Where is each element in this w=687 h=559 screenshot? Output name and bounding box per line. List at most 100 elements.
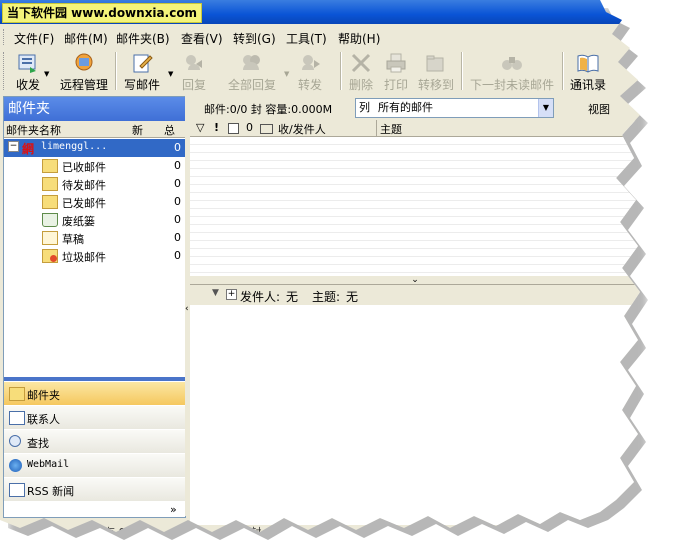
nav-rss[interactable]: RSS 新闻 xyxy=(4,477,185,501)
compose-button[interactable]: 写邮件 xyxy=(120,48,164,92)
delete-button[interactable]: 删除 xyxy=(345,48,377,92)
menu-mail[interactable]: 邮件(M) xyxy=(64,30,108,47)
message-list[interactable] xyxy=(190,120,640,276)
message-filter-combo[interactable]: 列 所有的邮件 ▼ xyxy=(355,98,554,118)
priority-icon[interactable]: ! xyxy=(214,121,219,134)
folder-item-trash[interactable]: 废纸篓 0 xyxy=(4,211,185,229)
print-label: 打印 xyxy=(383,78,408,92)
collapse-toggle[interactable]: − xyxy=(8,141,19,152)
search-icon xyxy=(9,435,21,447)
horizontal-splitter[interactable]: ⌄ xyxy=(190,276,640,285)
rss-news-icon xyxy=(9,483,25,497)
compose-dropdown-icon[interactable]: ▼ xyxy=(168,70,173,78)
attachment-icon[interactable]: 0 xyxy=(246,121,253,134)
account-count: 0 xyxy=(174,141,181,154)
next-unread-button[interactable]: 下一封未读邮件 xyxy=(466,48,558,92)
folder-label: 草稿 xyxy=(62,233,84,246)
message-info-bar: 邮件:0/0 封 容量:0.000M 列 所有的邮件 ▼ 视图 xyxy=(190,97,640,119)
preview-from-label: 发件人: xyxy=(240,290,281,304)
delete-label: 删除 xyxy=(348,78,373,92)
menu-file[interactable]: 文件(F) xyxy=(14,30,54,47)
preview-subject-value: 无 xyxy=(346,290,359,304)
col-from[interactable]: 收/发件人 xyxy=(278,121,326,137)
read-status-icon[interactable] xyxy=(260,124,273,134)
remote-manage-button[interactable]: 远程管理 xyxy=(56,48,112,92)
forward-icon xyxy=(302,55,320,70)
folder-item-sent[interactable]: 已发邮件 0 xyxy=(4,193,185,211)
folder-item-outbox[interactable]: 待发邮件 0 xyxy=(4,175,185,193)
nav-search[interactable]: 查找 xyxy=(4,429,185,453)
menu-bar: 文件(F) 邮件(M) 邮件夹(B) 查看(V) 转到(G) 工具(T) 帮助(… xyxy=(0,27,640,47)
flag-column-icon[interactable] xyxy=(228,123,239,134)
menu-view[interactable]: 查看(V) xyxy=(181,30,223,47)
reply-all-dropdown-icon[interactable]: ▼ xyxy=(284,70,289,78)
reply-button[interactable]: 回复 xyxy=(176,48,212,92)
folder-count: 0 xyxy=(174,231,181,244)
nav-webmail[interactable]: WebMail xyxy=(4,453,185,477)
binoculars-icon xyxy=(502,57,522,70)
move-to-button[interactable]: 转移到 xyxy=(416,48,456,92)
receive-dropdown-icon[interactable]: ▼ xyxy=(44,70,49,78)
filter-value: 所有的邮件 xyxy=(378,101,433,114)
account-row[interactable]: − 網 limenggl... 0 xyxy=(4,139,185,157)
folder-column-header: 邮件夹名称 新 总 xyxy=(4,121,185,138)
more-nav-chevron-icon[interactable]: » xyxy=(170,503,177,516)
filter-funnel-icon[interactable]: ▽ xyxy=(196,121,204,134)
preview-subject-label: 主题: xyxy=(312,290,341,304)
main-toolbar: 收发 ▼ 远程管理 写邮件 ▼ 回复 全部回复 ▼ 转发 删除 打印 转移到 下… xyxy=(0,48,640,94)
address-book-icon xyxy=(577,54,599,73)
folder-count: 0 xyxy=(174,213,181,226)
filter-label: 列 xyxy=(359,101,370,114)
inbox-folder-icon xyxy=(42,159,58,173)
next-unread-label: 下一封未读邮件 xyxy=(469,78,554,92)
receive-send-label: 收发 xyxy=(15,78,40,92)
reply-all-button[interactable]: 全部回复 xyxy=(224,48,280,92)
menu-tools[interactable]: 工具(T) xyxy=(286,30,327,47)
preview-pane[interactable]: ▼ + 发件人: 无 主题: 无 xyxy=(190,284,640,525)
title-bar: 当下软件园 www.downxia.com xyxy=(0,0,640,24)
nav-contacts[interactable]: 联系人 xyxy=(4,405,185,429)
preview-from-value: 无 xyxy=(286,290,299,304)
folder-label: 已发邮件 xyxy=(62,197,106,210)
printer-icon xyxy=(386,53,406,73)
nav-folders[interactable]: 邮件夹 xyxy=(4,381,185,405)
toolbar-separator xyxy=(340,52,342,90)
menu-goto[interactable]: 转到(G) xyxy=(233,30,276,47)
move-to-label: 转移到 xyxy=(417,78,454,92)
view-menu[interactable]: 视图 xyxy=(588,101,610,117)
vertical-splitter[interactable]: ‹ xyxy=(185,96,189,516)
chevron-down-icon[interactable]: ▼ xyxy=(538,99,553,117)
compose-label: 写邮件 xyxy=(123,78,160,92)
compose-icon xyxy=(133,54,153,73)
address-book-label: 通讯录 xyxy=(569,78,606,92)
col-new[interactable]: 新 xyxy=(132,122,143,138)
col-total[interactable]: 总 xyxy=(164,122,175,138)
folder-item-junk[interactable]: 垃圾邮件 0 xyxy=(4,247,185,265)
menu-folder[interactable]: 邮件夹(B) xyxy=(116,30,170,47)
expand-header-icon[interactable]: + xyxy=(226,289,237,300)
folder-count: 0 xyxy=(174,249,181,262)
nav-label: 查找 xyxy=(27,437,49,450)
forward-button[interactable]: 转发 xyxy=(292,48,328,92)
col-folder-name[interactable]: 邮件夹名称 xyxy=(6,122,61,138)
nav-label: 联系人 xyxy=(27,413,60,426)
folder-item-drafts[interactable]: 草稿 0 xyxy=(4,229,185,247)
folder-item-inbox[interactable]: 已收邮件 0 xyxy=(4,157,185,175)
column-divider[interactable] xyxy=(376,120,377,136)
reply-all-icon xyxy=(243,55,260,70)
preview-header: ▼ + 发件人: 无 主题: 无 xyxy=(190,285,640,305)
receive-send-button[interactable]: 收发 xyxy=(8,48,48,92)
remote-manage-label: 远程管理 xyxy=(59,78,108,92)
outbox-folder-icon xyxy=(42,177,58,191)
folder-label: 垃圾邮件 xyxy=(62,251,106,264)
nav-label: RSS 新闻 xyxy=(27,485,75,498)
print-button[interactable]: 打印 xyxy=(380,48,412,92)
address-book-button[interactable]: 通讯录 xyxy=(566,48,610,92)
dropdown-arrow-icon[interactable]: ▼ xyxy=(212,288,219,298)
collapse-left-chevron-icon[interactable]: ‹ xyxy=(185,304,189,314)
col-subject[interactable]: 主题 xyxy=(380,121,402,137)
nav-label: WebMail xyxy=(27,459,70,470)
mailbox-stats: 邮件:0/0 封 容量:0.000M xyxy=(204,103,333,116)
mail-client-window: 当下软件园 www.downxia.com 文件(F) 邮件(M) 邮件夹(B)… xyxy=(0,0,640,532)
menu-help[interactable]: 帮助(H) xyxy=(338,30,380,47)
